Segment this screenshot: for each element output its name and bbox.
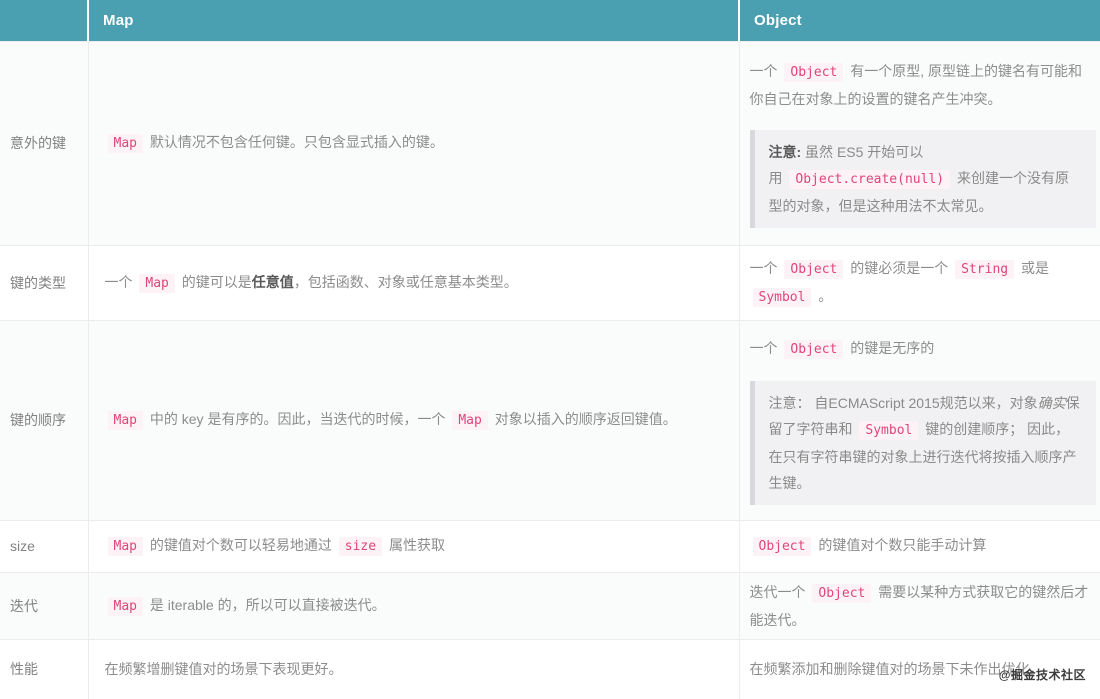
text-span: 一个 — [750, 260, 782, 276]
text-span: 一个 — [750, 63, 782, 79]
inline-code: Map — [108, 411, 143, 430]
inline-code: Object — [784, 63, 843, 82]
text-span: 的键可以是 — [178, 274, 252, 290]
inline-code: Object — [784, 340, 843, 359]
table-row: 迭代 Map 是 iterable 的，所以可以直接被迭代。 迭代一个 Obje… — [0, 572, 1100, 639]
paragraph: 在频繁增删键值对的场景下表现更好。 — [105, 656, 715, 682]
header-map-cell: Map — [88, 0, 739, 41]
text-span: 一个 — [750, 340, 782, 356]
paragraph: Map 是 iterable 的，所以可以直接被迭代。 — [105, 592, 715, 620]
note-box: 注意: 虽然 ES5 开始可以用 Object.create(null) 来创建… — [750, 130, 1097, 228]
inline-code: Object.create(null) — [789, 170, 950, 189]
paragraph: 一个 Map 的键可以是任意值，包括函数、对象或任意基本类型。 — [105, 269, 715, 297]
row-label: 键的类型 — [0, 245, 88, 320]
text-span: 默认情况不包含任何键。只包含显式插入的键。 — [146, 134, 444, 150]
table-row: 意外的键 Map 默认情况不包含任何键。只包含显式插入的键。 一个 Object… — [0, 41, 1100, 245]
text-span: 属性获取 — [385, 537, 445, 553]
text-span: 对象以插入的顺序返回键值。 — [491, 411, 677, 427]
text-span: 一个 — [105, 274, 137, 290]
table-body: 意外的键 Map 默认情况不包含任何键。只包含显式插入的键。 一个 Object… — [0, 41, 1100, 699]
watermark: @掘金技术社区 — [999, 666, 1086, 683]
object-cell: 一个 Object 的键是无序的注意： 自ECMAScript 2015规范以来… — [739, 320, 1100, 520]
text-span: 中的 key 是有序的。因此，当迭代的时候，一个 — [146, 411, 449, 427]
map-cell: Map 是 iterable 的，所以可以直接被迭代。 — [88, 572, 739, 639]
inline-code: Map — [108, 597, 143, 616]
row-label: 键的顺序 — [0, 320, 88, 520]
object-cell: 一个 Object 有一个原型, 原型链上的键名有可能和你自己在对象上的设置的键… — [739, 41, 1100, 245]
text-span: 的键值对个数可以轻易地通过 — [146, 537, 336, 553]
paragraph: 一个 Object 的键是无序的 — [750, 335, 1097, 363]
object-cell: 一个 Object 的键必须是一个 String 或是 Symbol 。 — [739, 245, 1100, 320]
header-object-cell: Object — [739, 0, 1100, 41]
inline-code: Symbol — [859, 421, 918, 440]
bold-text: 任意值 — [252, 274, 294, 290]
text-span: ，包括函数、对象或任意基本类型。 — [294, 274, 518, 290]
map-cell: 在频繁增删键值对的场景下表现更好。 — [88, 639, 739, 699]
inline-code: Symbol — [753, 288, 812, 307]
table-row: 键的类型 一个 Map 的键可以是任意值，包括函数、对象或任意基本类型。 一个 … — [0, 245, 1100, 320]
inline-code: Object — [784, 260, 843, 279]
paragraph: 一个 Object 有一个原型, 原型链上的键名有可能和你自己在对象上的设置的键… — [750, 58, 1097, 112]
table-header: Map Object — [0, 0, 1100, 41]
text-span: 或是 — [1017, 260, 1049, 276]
object-cell: Object 的键值对个数只能手动计算 — [739, 520, 1100, 572]
paragraph: Map 默认情况不包含任何键。只包含显式插入的键。 — [105, 129, 715, 157]
inline-code: Object — [812, 584, 871, 603]
inline-code: size — [339, 537, 382, 556]
paragraph: Map 的键值对个数可以轻易地通过 size 属性获取 — [105, 532, 715, 560]
map-object-comparison-table: Map Object 意外的键 Map 默认情况不包含任何键。只包含显式插入的键… — [0, 0, 1100, 699]
text-span: 虽然 ES5 开始可以 — [801, 144, 923, 160]
row-label: 迭代 — [0, 572, 88, 639]
header-blank-cell — [0, 0, 88, 41]
table-row: 性能 在频繁增删键值对的场景下表现更好。 在频繁添加和删除键值对的场景下未作出优… — [0, 639, 1100, 699]
inline-code: Map — [139, 274, 174, 293]
inline-code: String — [955, 260, 1014, 279]
map-cell: Map 的键值对个数可以轻易地通过 size 属性获取 — [88, 520, 739, 572]
text-span: 迭代一个 — [750, 584, 810, 600]
row-label: size — [0, 520, 88, 572]
text-span: 是 iterable 的，所以可以直接被迭代。 — [146, 597, 386, 613]
map-cell: 一个 Map 的键可以是任意值，包括函数、对象或任意基本类型。 — [88, 245, 739, 320]
text-span: 的键值对个数只能手动计算 — [814, 537, 986, 553]
text-span: 用 — [769, 170, 787, 186]
paragraph: 迭代一个 Object 需要以某种方式获取它的键然后才能迭代。 — [750, 579, 1097, 633]
text-span: 。 — [814, 288, 832, 304]
inline-code: Object — [753, 537, 812, 556]
table-row: 键的顺序 Map 中的 key 是有序的。因此，当迭代的时候，一个 Map 对象… — [0, 320, 1100, 520]
text-span: 的键必须是一个 — [846, 260, 952, 276]
text-span: 注意： 自ECMAScript 2015规范以来，对象 — [769, 395, 1038, 411]
inline-code: Map — [108, 134, 143, 153]
map-cell: Map 中的 key 是有序的。因此，当迭代的时候，一个 Map 对象以插入的顺… — [88, 320, 739, 520]
row-label: 性能 — [0, 639, 88, 699]
text-span: 在频繁增删键值对的场景下表现更好。 — [105, 661, 343, 677]
inline-code: Map — [108, 537, 143, 556]
inline-code: Map — [452, 411, 487, 430]
row-label: 意外的键 — [0, 41, 88, 245]
header-row: Map Object — [0, 0, 1100, 41]
note-box: 注意： 自ECMAScript 2015规范以来，对象确实保留了字符串和 Sym… — [750, 381, 1097, 505]
text-span: 的键是无序的 — [846, 340, 934, 356]
paragraph: Object 的键值对个数只能手动计算 — [750, 532, 1097, 560]
map-cell: Map 默认情况不包含任何键。只包含显式插入的键。 — [88, 41, 739, 245]
italic-text: 确实 — [1038, 395, 1066, 411]
bold-text: 注意: — [769, 144, 802, 160]
table-row: size Map 的键值对个数可以轻易地通过 size 属性获取 Object … — [0, 520, 1100, 572]
paragraph: Map 中的 key 是有序的。因此，当迭代的时候，一个 Map 对象以插入的顺… — [105, 406, 715, 434]
object-cell: 迭代一个 Object 需要以某种方式获取它的键然后才能迭代。 — [739, 572, 1100, 639]
paragraph: 一个 Object 的键必须是一个 String 或是 Symbol 。 — [750, 255, 1097, 311]
